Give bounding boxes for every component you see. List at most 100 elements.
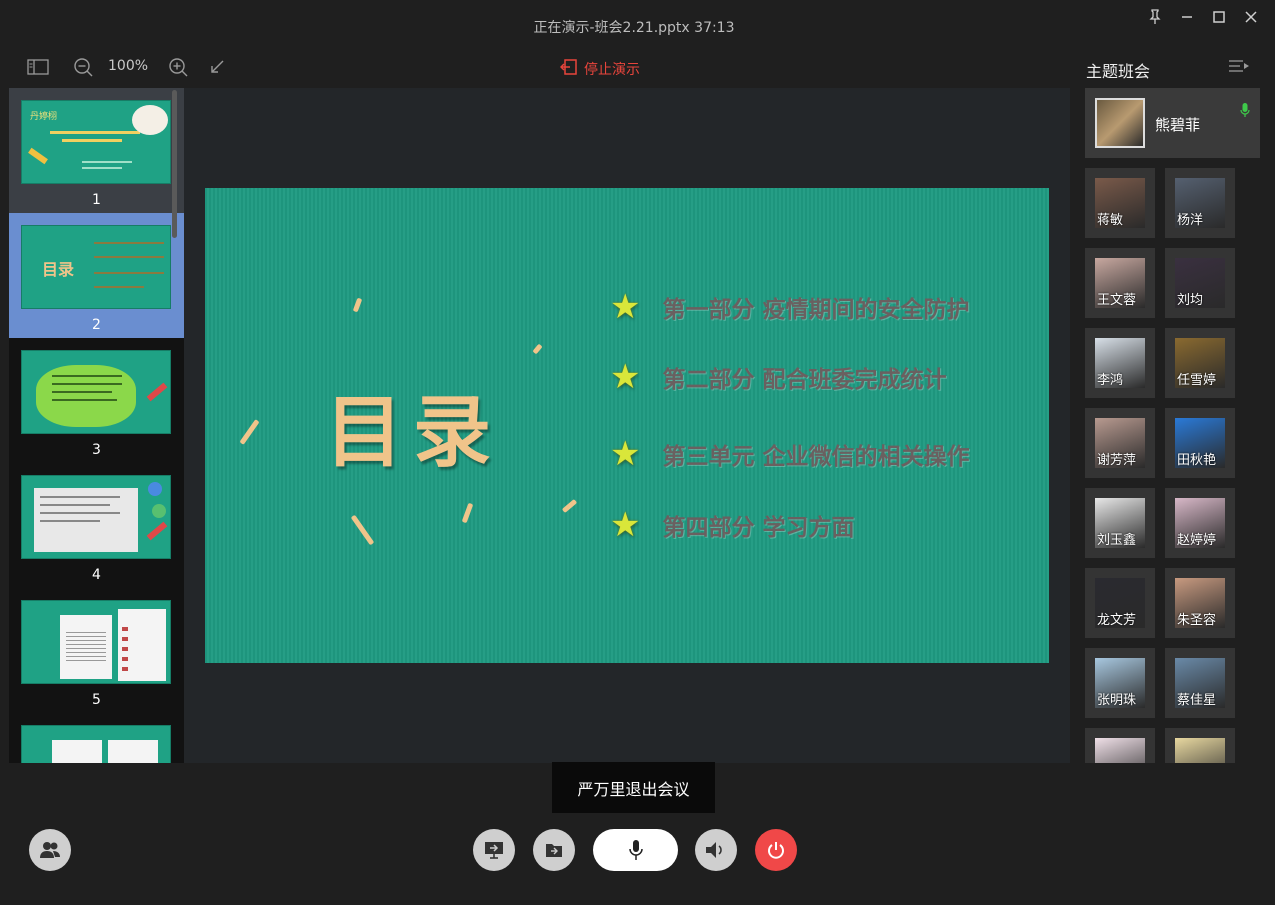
participant-avatar: 王文蓉 (1095, 258, 1145, 308)
participant-name: 蔡佳星 (1177, 693, 1217, 708)
participant-avatar: 龙文芳 (1095, 578, 1145, 628)
participant-card[interactable] (1165, 728, 1235, 763)
slide-number: 1 (92, 192, 101, 208)
participant-card[interactable]: 杨洋 (1165, 168, 1235, 238)
participant-name: 杨洋 (1177, 213, 1204, 228)
participant-card[interactable]: 龙文芳 (1085, 568, 1155, 638)
toc-item: ★ 第四部分 学习方面 (610, 508, 855, 542)
slide-thumbnail-image: 丹婷栩 (21, 100, 171, 184)
maximize-icon[interactable] (1207, 6, 1231, 28)
participant-name: 刘玉鑫 (1097, 533, 1137, 548)
share-screen-button[interactable] (473, 829, 515, 871)
participant-card[interactable]: 蔡佳星 (1165, 648, 1235, 718)
participant-name: 蒋敏 (1097, 213, 1124, 228)
thumbnail-scrollbar[interactable] (172, 90, 177, 238)
share-screen-icon (485, 842, 503, 859)
participant-avatar: 赵婷婷 (1175, 498, 1225, 548)
zoom-in-icon[interactable] (167, 56, 189, 78)
slide-thumbnail-6[interactable] (9, 713, 184, 763)
window-title: 正在演示-班会2.21.pptx 37:13 (533, 20, 735, 36)
star-icon: ★ (610, 357, 641, 397)
slide-thumbnail-5[interactable]: 5 (9, 588, 184, 713)
title-bar: 正在演示-班会2.21.pptx 37:13 (0, 0, 1275, 50)
participant-name: 刘均 (1177, 293, 1204, 308)
slide-thumbnail-image: 目录 (21, 225, 171, 309)
slide-number: 5 (92, 692, 101, 708)
slide-thumbnail-image (21, 350, 171, 434)
leave-meeting-button[interactable] (755, 829, 797, 871)
participant-avatar: 杨洋 (1175, 178, 1225, 228)
decoration-stick (350, 514, 375, 546)
participant-avatar: 田秋艳 (1175, 418, 1225, 468)
speaker-button[interactable] (695, 829, 737, 871)
decoration-stick (561, 498, 578, 514)
toc-item-text: 第一部分 疫情期间的安全防护 (662, 297, 970, 323)
meeting-presenter-window: 正在演示-班会2.21.pptx 37:13 100% 停止演示 丹婷栩 1 目… (0, 0, 1275, 905)
participant-avatar (1175, 738, 1225, 763)
participant-card[interactable]: 蒋敏 (1085, 168, 1155, 238)
stop-presenting-icon (559, 58, 578, 80)
pin-icon[interactable] (1143, 6, 1167, 28)
members-button[interactable] (29, 829, 71, 871)
sidebar-toggle-icon[interactable] (26, 56, 50, 78)
meeting-title: 主题班会 (1086, 62, 1151, 81)
minimize-icon[interactable] (1175, 6, 1199, 28)
close-icon[interactable] (1239, 6, 1263, 28)
host-card[interactable]: 熊碧菲 (1085, 88, 1260, 158)
participant-card[interactable]: 田秋艳 (1165, 408, 1235, 478)
fit-window-icon[interactable] (207, 56, 227, 78)
slide-number: 3 (92, 442, 101, 458)
participant-name: 朱圣容 (1177, 613, 1217, 628)
participant-name: 任雪婷 (1177, 373, 1217, 388)
participant-card[interactable]: 赵婷婷 (1165, 488, 1235, 558)
participant-avatar: 李鸿 (1095, 338, 1145, 388)
participant-avatar: 张明珠 (1095, 658, 1145, 708)
participant-name: 田秋艳 (1177, 453, 1217, 468)
star-icon: ★ (610, 287, 641, 327)
participant-name: 赵婷婷 (1177, 533, 1217, 548)
slide-number: 2 (92, 317, 101, 333)
participant-card[interactable]: 李鸿 (1085, 328, 1155, 398)
slide-thumbnail-3[interactable]: 3 (9, 338, 184, 463)
speaker-icon (706, 842, 722, 858)
participant-name: 龙文芳 (1097, 613, 1137, 628)
toc-item-text: 第四部分 学习方面 (662, 515, 855, 541)
participant-card[interactable]: 刘玉鑫 (1085, 488, 1155, 558)
notification-toast: 严万里退出会议 (552, 762, 715, 813)
host-name: 熊碧菲 (1155, 116, 1201, 134)
share-file-button[interactable] (533, 829, 575, 871)
slide-number: 4 (92, 567, 101, 583)
toc-item: ★ 第二部分 配合班委完成统计 (610, 360, 947, 394)
slide-thumbnail-2[interactable]: 目录 2 (9, 213, 184, 338)
stop-presenting-label: 停止演示 (584, 62, 640, 78)
participant-name: 张明珠 (1097, 693, 1137, 708)
list-menu-icon[interactable] (1228, 59, 1250, 77)
participant-card[interactable]: 王文蓉 (1085, 248, 1155, 318)
presentation-toolbar: 100% 停止演示 (0, 50, 1075, 86)
slide-title: 目录 (325, 387, 502, 478)
host-avatar (1095, 98, 1145, 148)
participant-name: 李鸿 (1097, 373, 1124, 388)
participant-card[interactable]: 刘均 (1165, 248, 1235, 318)
participant-card[interactable]: 谢芳萍 (1085, 408, 1155, 478)
participant-avatar: 蒋敏 (1095, 178, 1145, 228)
current-slide: 目录 ★ 第一部分 疫情期间的安全防护 ★ 第二部分 配合班委完成统计 ★ 第三… (205, 188, 1049, 663)
participant-card[interactable] (1085, 728, 1155, 763)
slide-thumbnail-1[interactable]: 丹婷栩 1 (9, 88, 184, 213)
mic-active-icon (1240, 102, 1250, 122)
decoration-stick (352, 297, 363, 313)
decoration-stick (239, 419, 260, 445)
participant-avatar: 蔡佳星 (1175, 658, 1225, 708)
stop-presenting-button[interactable]: 停止演示 (559, 58, 640, 80)
microphone-button[interactable] (593, 829, 678, 871)
slide-thumbnail-list: 丹婷栩 1 目录 2 3 4 5 (9, 88, 184, 763)
slide-thumbnail-image (21, 475, 171, 559)
participant-card[interactable]: 张明珠 (1085, 648, 1155, 718)
zoom-out-icon[interactable] (72, 56, 94, 78)
slide-thumbnail-image (21, 600, 171, 684)
participant-card[interactable]: 朱圣容 (1165, 568, 1235, 638)
participant-grid: 蒋敏 杨洋王文蓉 刘均李鸿 任雪婷谢芳萍 田秋艳刘玉鑫 赵婷婷龙文芳 朱圣容张明珠 蔡佳星 (1085, 168, 1245, 763)
participant-name: 谢芳萍 (1097, 453, 1137, 468)
participant-card[interactable]: 任雪婷 (1165, 328, 1235, 398)
slide-thumbnail-4[interactable]: 4 (9, 463, 184, 588)
